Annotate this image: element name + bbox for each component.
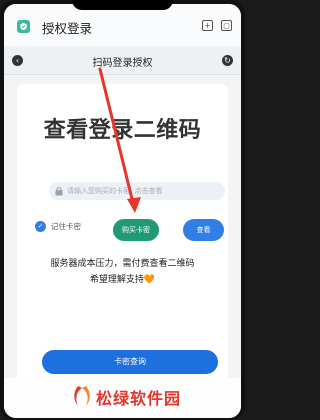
payment-notice: 服务器成本压力，需付费查看二维码 希望理解支持🧡 [17, 256, 228, 288]
notice-line-2: 希望理解支持🧡 [89, 275, 156, 285]
page-title: 查看登录二维码 [43, 118, 202, 143]
card-key-input[interactable] [67, 182, 217, 200]
app-title: 授权登录 [42, 21, 93, 36]
lock-icon [55, 187, 63, 196]
notice-line-1: 服务器成本压力，需付费查看二维码 [50, 259, 195, 269]
card-key-query-button[interactable]: 卡密查询 [42, 350, 218, 374]
watermark-text: 松绿软件园 [96, 389, 182, 408]
remember-label: 记住卡密 [51, 222, 81, 231]
remember-checkbox[interactable]: ✓ 记住卡密 [35, 221, 81, 232]
watermark-logo-icon [74, 386, 90, 406]
view-button[interactable]: 查看 [183, 219, 224, 241]
nav-title: 扫码登录授权 [92, 58, 153, 69]
login-card: 查看登录二维码 ✓ 记住卡密 购买卡密 查看 服务器成本压力，需付费查看二维码 … [17, 84, 228, 394]
buy-card-key-button[interactable]: 购买卡密 [113, 219, 159, 241]
screen: 授权登录 + ▢ ‹ 扫码登录授权 ↻ 查看登录二维码 ✓ 记住卡密 购买卡密 [4, 4, 241, 418]
card-key-field[interactable] [49, 182, 225, 200]
watermark-bar: 松绿软件园 [4, 378, 241, 418]
checkmark-icon[interactable]: ✓ [35, 221, 46, 232]
add-tab-icon[interactable]: + [202, 20, 213, 31]
nav-bar: ‹ 扫码登录授权 ↻ [4, 48, 241, 75]
refresh-icon[interactable]: ↻ [222, 55, 233, 66]
app-header: 授权登录 + ▢ [4, 4, 241, 46]
phone-notch [72, 0, 173, 10]
shield-check-icon [17, 20, 30, 33]
phone-frame: 授权登录 + ▢ ‹ 扫码登录授权 ↻ 查看登录二维码 ✓ 记住卡密 购买卡密 [0, 0, 245, 420]
tabs-icon[interactable]: ▢ [221, 20, 232, 31]
